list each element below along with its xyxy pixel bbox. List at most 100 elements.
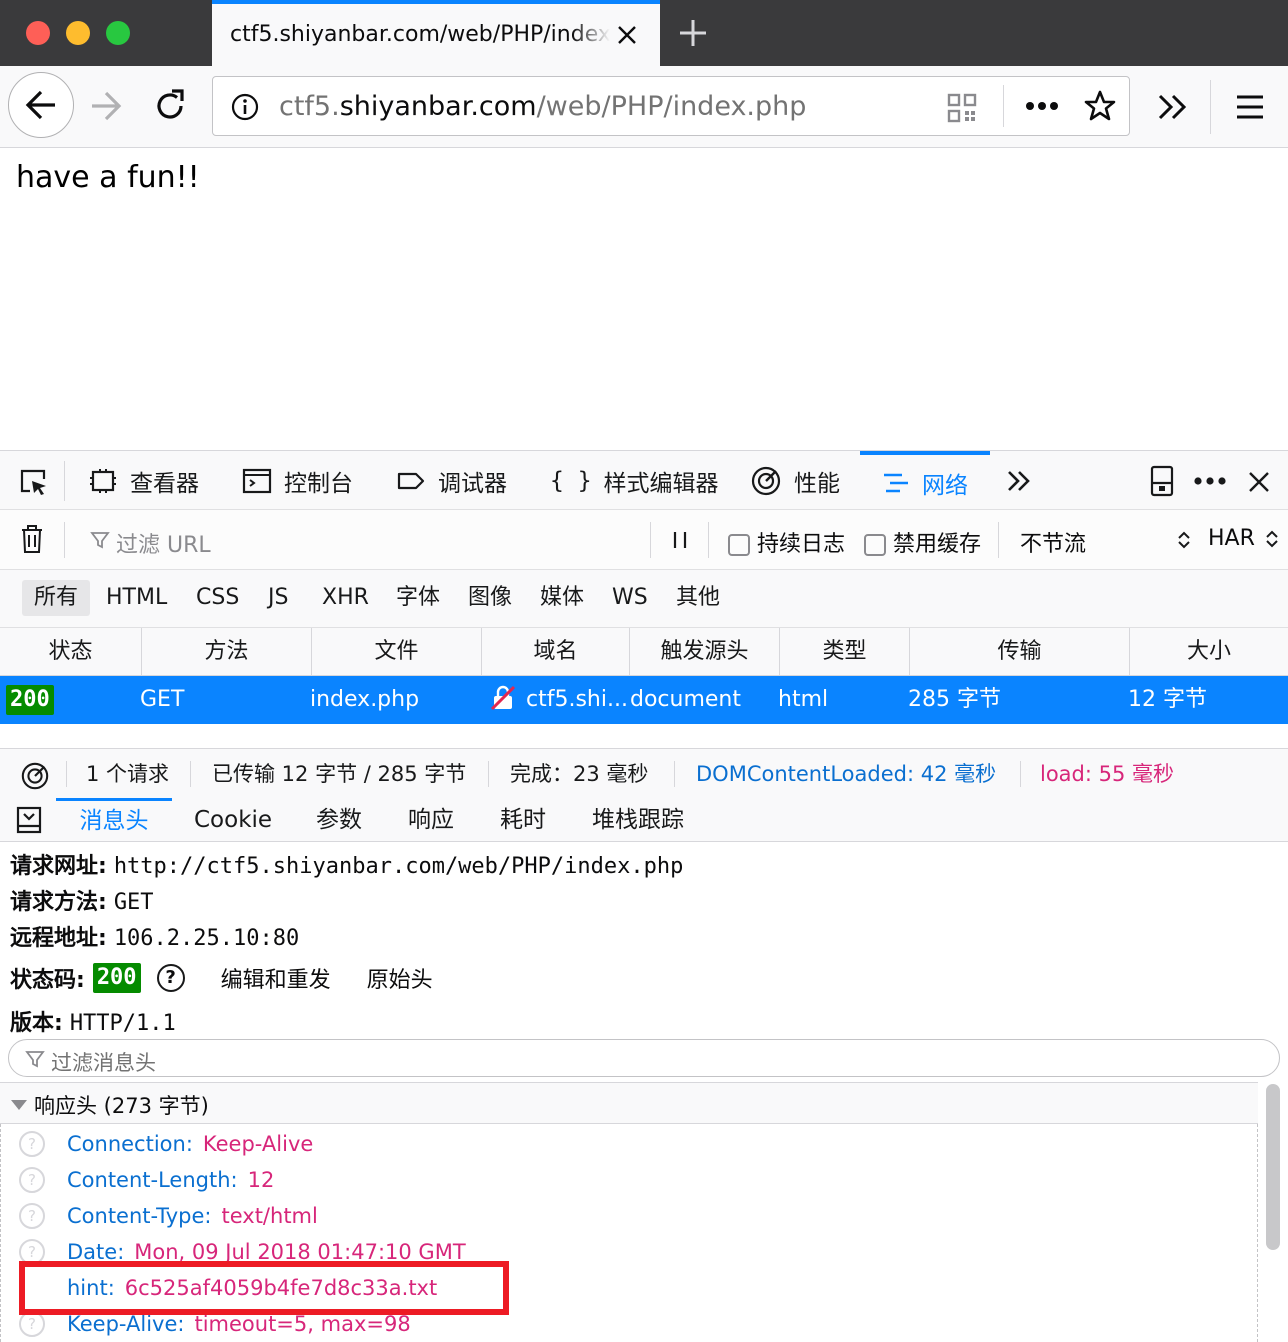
pause-icon[interactable] bbox=[670, 530, 690, 550]
tab-label: 查看器 bbox=[130, 471, 199, 497]
har-menu[interactable]: HAR bbox=[1208, 526, 1278, 551]
request-domain-text: ctf5.shi... bbox=[526, 687, 628, 712]
site-info-icon[interactable] bbox=[231, 93, 259, 121]
column-type[interactable]: 类型 bbox=[780, 628, 910, 676]
header-help-icon[interactable]: ? bbox=[19, 1131, 45, 1157]
column-file[interactable]: 文件 bbox=[312, 628, 482, 676]
type-filter-fonts[interactable]: 字体 bbox=[384, 580, 452, 616]
tab-response[interactable]: 响应 bbox=[408, 798, 454, 842]
column-cause[interactable]: 触发源头 bbox=[630, 628, 780, 676]
column-method[interactable]: 方法 bbox=[142, 628, 312, 676]
tab-label: 控制台 bbox=[284, 471, 353, 497]
column-domain[interactable]: 域名 bbox=[482, 628, 630, 676]
raw-headers-button[interactable]: 原始头 bbox=[367, 962, 433, 994]
tab-debugger[interactable]: 调试器 bbox=[396, 451, 507, 511]
status-code-label: 状态码: bbox=[10, 968, 85, 993]
url-bar[interactable]: ctf5.shiyanbar.com/web/PHP/index.php bbox=[212, 76, 1130, 136]
back-button[interactable] bbox=[8, 72, 74, 138]
devtools-options-icon[interactable] bbox=[1194, 476, 1226, 486]
overflow-chevron-icon[interactable] bbox=[1156, 92, 1190, 122]
tab-style-editor[interactable]: { } 样式编辑器 bbox=[550, 451, 719, 511]
http-version-row: 版本: HTTP/1.1 bbox=[10, 1005, 176, 1037]
help-icon[interactable]: ? bbox=[156, 964, 185, 992]
edit-resend-button[interactable]: 编辑和重发 bbox=[221, 962, 331, 994]
expand-triangle-icon bbox=[11, 1100, 27, 1110]
tab-cookies[interactable]: Cookie bbox=[194, 798, 272, 842]
type-filter-html[interactable]: HTML bbox=[94, 580, 179, 616]
type-filter-ws[interactable]: WS bbox=[600, 580, 660, 616]
tab-console[interactable]: 控制台 bbox=[242, 451, 353, 511]
url-text[interactable]: ctf5.shiyanbar.com/web/PHP/index.php bbox=[279, 91, 806, 122]
close-tab-icon[interactable] bbox=[616, 24, 638, 46]
tab-performance[interactable]: 性能 bbox=[750, 451, 840, 511]
url-filter-input[interactable]: 过滤 URL bbox=[86, 510, 646, 570]
toggle-panel-icon[interactable] bbox=[16, 806, 42, 834]
performance-icon bbox=[751, 466, 781, 496]
type-filter-js[interactable]: JS bbox=[256, 580, 300, 616]
summary-divider bbox=[190, 761, 191, 787]
persist-logs-toggle[interactable]: 持续日志 bbox=[728, 526, 845, 558]
type-filter-all[interactable]: 所有 bbox=[22, 580, 91, 616]
tab-headers[interactable]: 消息头 bbox=[56, 798, 172, 842]
dock-side-icon[interactable] bbox=[1150, 465, 1174, 497]
select-arrows-icon bbox=[1178, 531, 1190, 549]
header-value: Keep-Alive bbox=[202, 1132, 314, 1156]
header-help-icon[interactable]: ? bbox=[19, 1167, 45, 1193]
toolbar-divider bbox=[64, 461, 65, 501]
type-filter-media[interactable]: 媒体 bbox=[528, 580, 596, 616]
table-row[interactable]: 200 GET index.php ctf5.shi... document h… bbox=[0, 676, 1288, 724]
bookmark-star-icon[interactable] bbox=[1083, 89, 1117, 123]
type-filter-css[interactable]: CSS bbox=[184, 580, 251, 616]
type-filter-images[interactable]: 图像 bbox=[456, 580, 524, 616]
column-transferred[interactable]: 传输 bbox=[910, 628, 1130, 676]
request-url-value: http://ctf5.shiyanbar.com/web/PHP/index.… bbox=[113, 854, 684, 879]
type-filter-xhr[interactable]: XHR bbox=[310, 580, 381, 616]
more-tabs-chevron-icon[interactable] bbox=[1006, 468, 1032, 494]
disable-cache-checkbox[interactable] bbox=[864, 534, 886, 556]
disable-cache-toggle[interactable]: 禁用缓存 bbox=[864, 526, 981, 558]
tab-params[interactable]: 参数 bbox=[316, 798, 362, 842]
header-name: Keep-Alive: bbox=[67, 1312, 185, 1336]
hamburger-menu-icon[interactable] bbox=[1234, 92, 1266, 122]
maximize-window-button[interactable] bbox=[106, 21, 130, 45]
remote-address-value: 106.2.25.10:80 bbox=[113, 926, 300, 951]
persist-logs-checkbox[interactable] bbox=[728, 534, 750, 556]
request-method-row: 请求方法: GET bbox=[10, 884, 154, 916]
header-help-icon[interactable]: ? bbox=[19, 1203, 45, 1229]
header-filter-input[interactable]: 过滤消息头 bbox=[8, 1039, 1280, 1077]
forward-arrow-icon[interactable] bbox=[88, 88, 124, 124]
style-editor-icon: { } bbox=[550, 468, 592, 494]
tab-inspector[interactable]: 查看器 bbox=[88, 451, 199, 511]
minimize-window-button[interactable] bbox=[66, 21, 90, 45]
headers-scrollbar[interactable] bbox=[1266, 1084, 1280, 1250]
column-status[interactable]: 状态 bbox=[0, 628, 142, 676]
list-item[interactable]: ? Content-Type: text/html bbox=[19, 1198, 318, 1234]
type-filter-other[interactable]: 其他 bbox=[664, 580, 732, 616]
summary-divider bbox=[66, 761, 67, 787]
tab-timings[interactable]: 耗时 bbox=[500, 798, 546, 842]
request-type: html bbox=[778, 687, 829, 712]
trash-icon[interactable] bbox=[20, 524, 44, 554]
throttle-select[interactable]: 不节流 bbox=[1020, 526, 1196, 558]
response-headers-section-toggle[interactable]: 响应头 (273 字节) bbox=[0, 1082, 1258, 1124]
performance-analysis-icon[interactable] bbox=[20, 761, 50, 791]
close-window-button[interactable] bbox=[26, 21, 50, 45]
tab-bar: ctf5.shiyanbar.com/web/PHP/index.php bbox=[0, 0, 1288, 66]
request-table-header: 状态 方法 文件 域名 触发源头 类型 传输 大小 bbox=[0, 628, 1288, 676]
column-size[interactable]: 大小 bbox=[1130, 628, 1288, 676]
close-devtools-icon[interactable] bbox=[1248, 471, 1270, 493]
url-bar-divider bbox=[1003, 85, 1004, 127]
element-picker-icon[interactable] bbox=[18, 467, 48, 497]
page-actions-icon[interactable] bbox=[1025, 101, 1059, 111]
console-icon bbox=[242, 468, 272, 494]
list-item[interactable]: ? Connection: Keep-Alive bbox=[19, 1126, 313, 1162]
tab-label: 调试器 bbox=[438, 471, 507, 497]
qr-code-icon[interactable] bbox=[947, 93, 977, 123]
list-item[interactable]: ? Content-Length: 12 bbox=[19, 1162, 274, 1198]
browser-tab[interactable]: ctf5.shiyanbar.com/web/PHP/index.php bbox=[212, 0, 660, 66]
tab-network[interactable]: 网络 bbox=[860, 451, 990, 511]
new-tab-icon[interactable] bbox=[678, 18, 708, 48]
tab-stack-trace[interactable]: 堆栈跟踪 bbox=[592, 798, 684, 842]
header-filter-placeholder: 过滤消息头 bbox=[51, 1051, 156, 1075]
reload-icon[interactable] bbox=[152, 88, 188, 124]
